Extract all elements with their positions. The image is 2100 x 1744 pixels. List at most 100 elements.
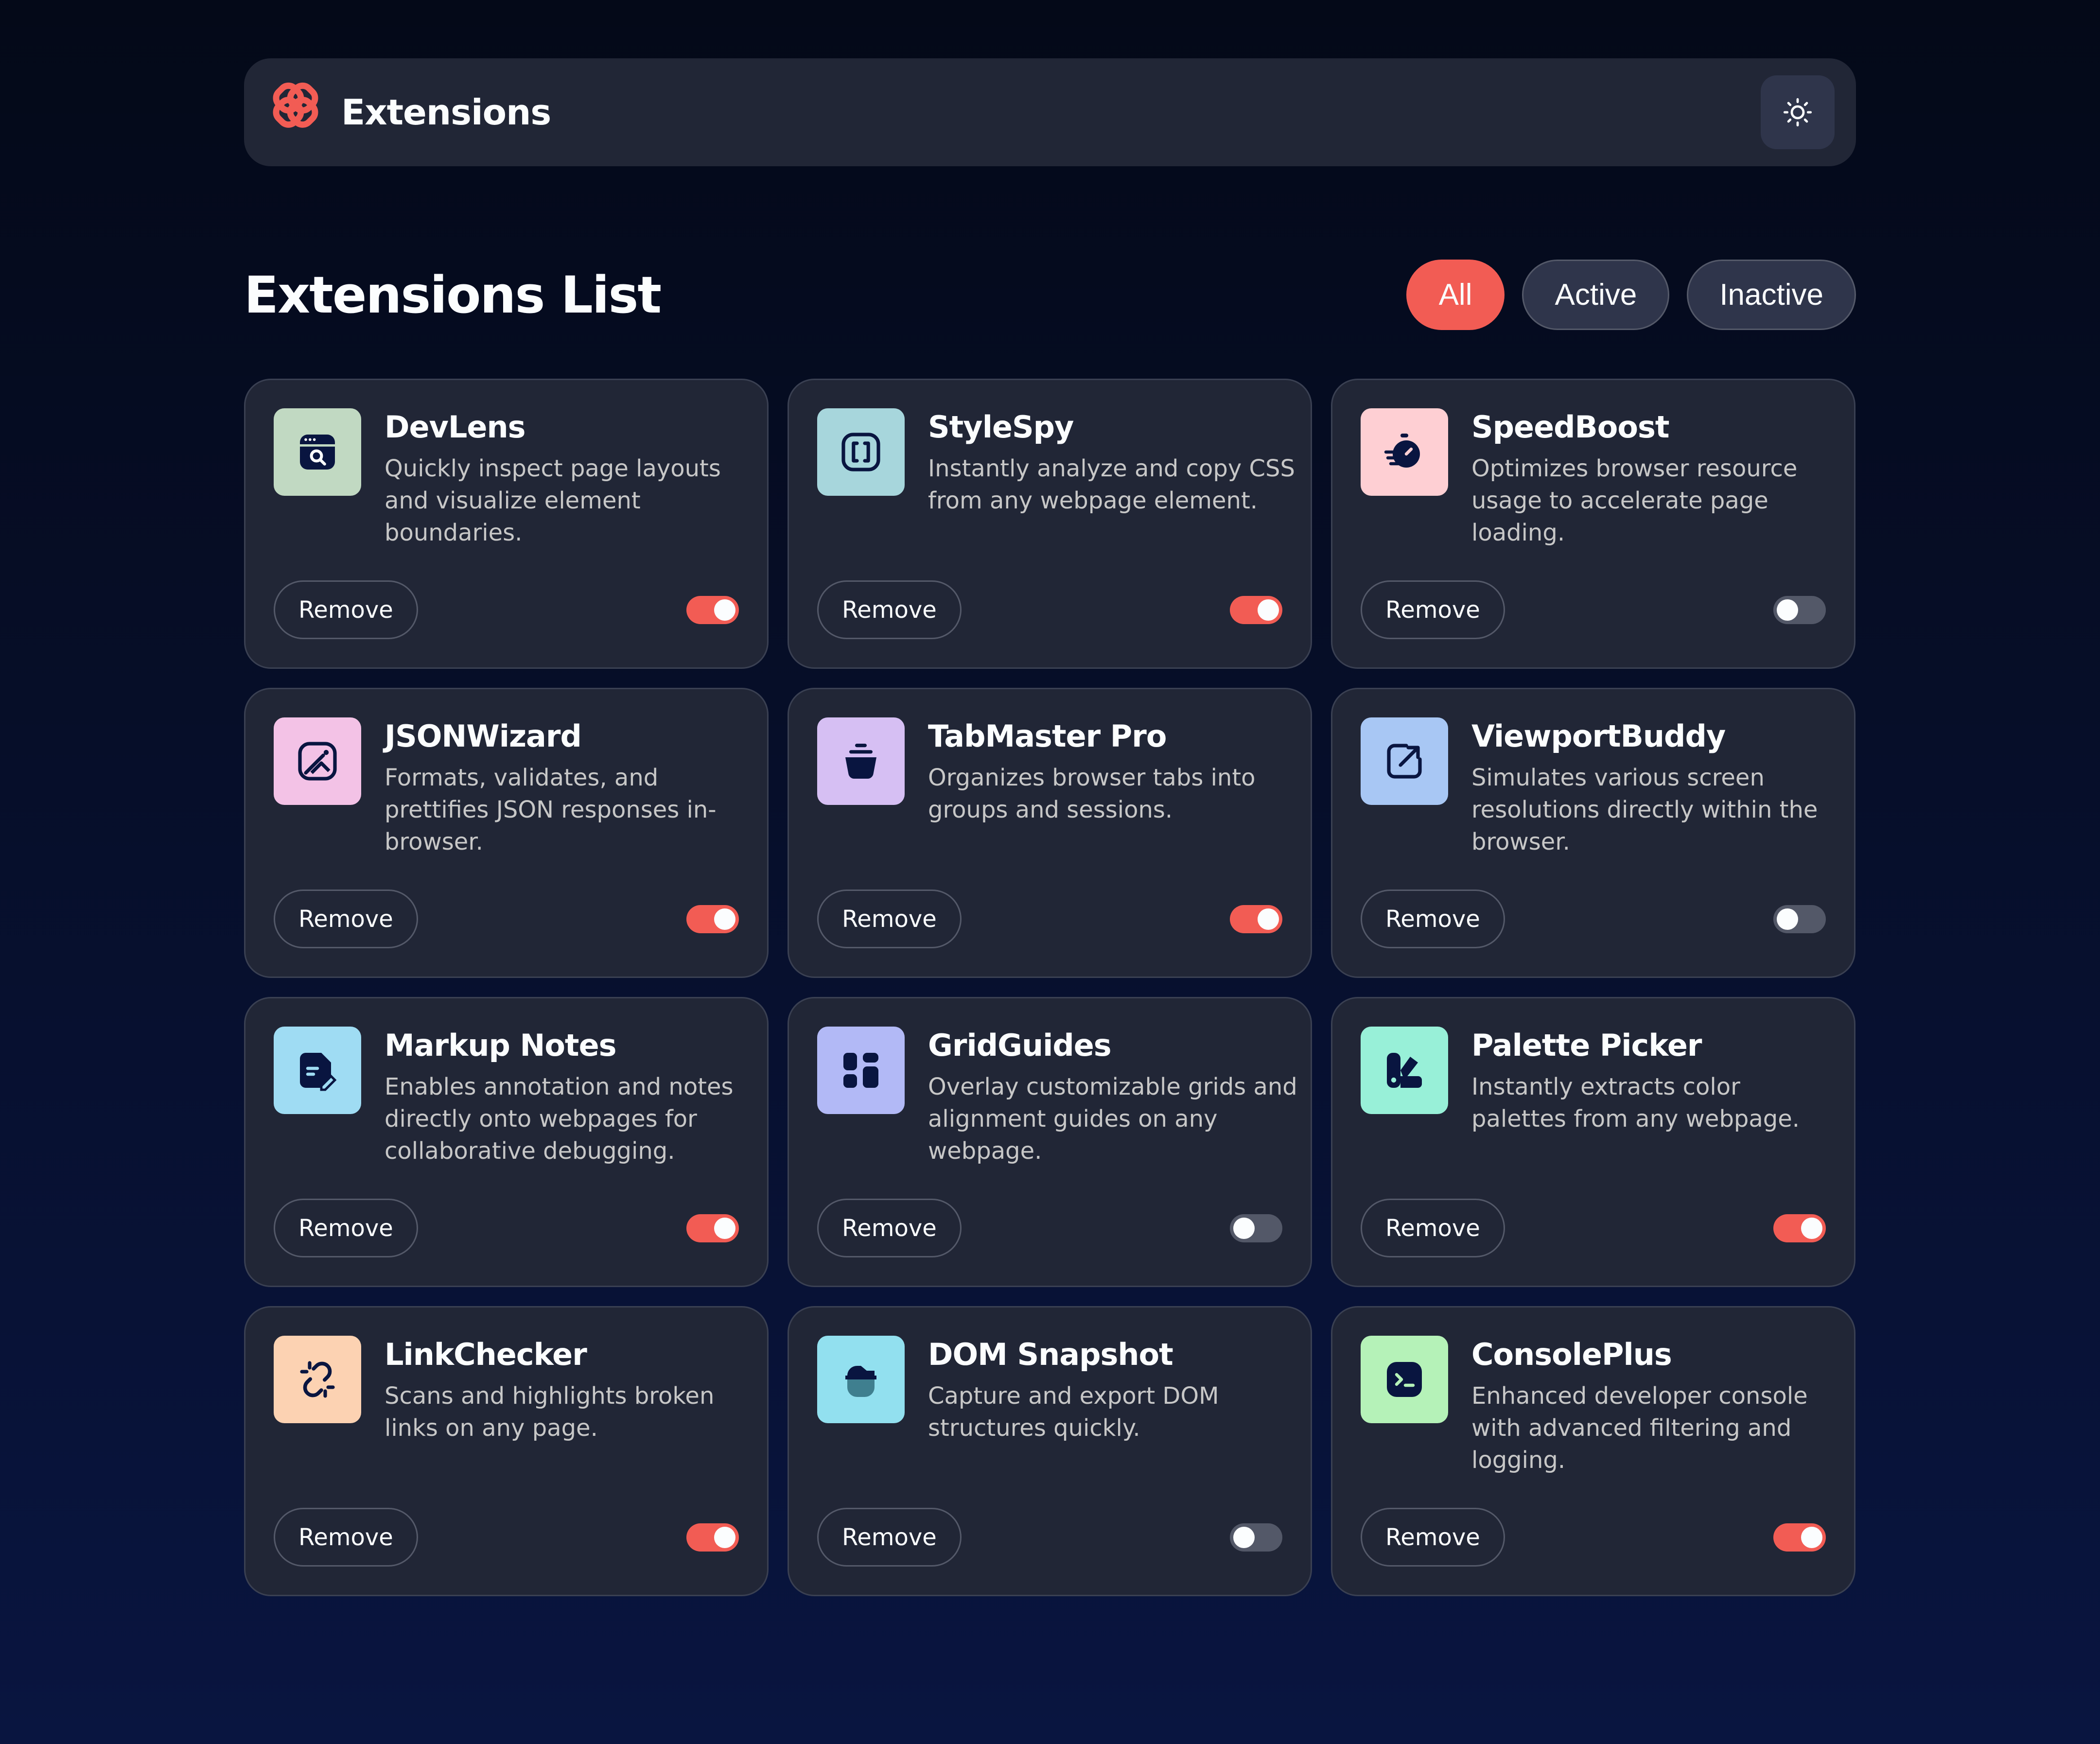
extension-icon-tile — [274, 408, 361, 496]
toggle-knob — [1801, 1217, 1822, 1239]
remove-button[interactable]: Remove — [274, 1508, 418, 1567]
extension-name: DevLens — [385, 409, 526, 445]
card-actions: Remove — [817, 889, 1282, 948]
card-actions: Remove — [274, 580, 739, 639]
remove-button[interactable]: Remove — [817, 1199, 962, 1257]
remove-button[interactable]: Remove — [1361, 1508, 1505, 1567]
extension-name: ViewportBuddy — [1471, 718, 1726, 754]
extension-description: Capture and export DOM structures quickl… — [928, 1382, 1219, 1442]
remove-button[interactable]: Remove — [1361, 580, 1505, 639]
filter-all[interactable]: All — [1406, 260, 1505, 330]
extension-text: SpeedBoost Optimizes browser resource usa… — [1471, 408, 1841, 549]
extension-name: LinkChecker — [385, 1337, 587, 1372]
toggle-knob — [1233, 1526, 1255, 1548]
brand: Extensions — [265, 82, 551, 142]
toggle-knob — [714, 1526, 735, 1548]
extension-icon-tile — [274, 717, 361, 805]
extension-description: Simulates various screen resolutions dir… — [1471, 764, 1818, 855]
extension-icon-tile — [1361, 717, 1448, 805]
filter-active[interactable]: Active — [1522, 260, 1670, 330]
card-header: SpeedBoost Optimizes browser resource usa… — [1361, 408, 1826, 549]
snapshot-icon — [845, 1366, 876, 1397]
filter-group: All Active Inactive — [1406, 260, 1856, 330]
remove-button[interactable]: Remove — [1361, 889, 1505, 948]
active-toggle[interactable] — [1230, 905, 1282, 933]
active-toggle[interactable] — [1230, 1214, 1282, 1242]
filter-inactive[interactable]: Inactive — [1687, 260, 1856, 330]
extension-description: Formats, validates, and prettifies JSON … — [385, 764, 717, 855]
toggle-knob — [1777, 599, 1798, 621]
extension-card: ConsolePlus Enhanced developer console wi… — [1331, 1306, 1855, 1596]
card-header: ConsolePlus Enhanced developer console wi… — [1361, 1336, 1826, 1476]
remove-button[interactable]: Remove — [817, 580, 962, 639]
active-toggle[interactable] — [686, 595, 739, 624]
extension-description: Organizes browser tabs into groups and s… — [928, 764, 1256, 823]
extension-name: StyleSpy — [928, 409, 1074, 445]
toggle-knob — [1258, 908, 1279, 930]
extension-name: JSONWizard — [385, 718, 582, 754]
active-toggle[interactable] — [1773, 905, 1826, 933]
card-actions: Remove — [817, 1199, 1282, 1257]
card-header: StyleSpy Instantly analyze and copy CSS f… — [817, 408, 1295, 517]
toggle-knob — [1777, 908, 1798, 930]
card-actions: Remove — [1361, 1199, 1826, 1257]
active-toggle[interactable] — [1773, 1214, 1826, 1242]
extension-card: Markup Notes Enables annotation and notes… — [244, 997, 769, 1287]
extension-text: StyleSpy Instantly analyze and copy CSS f… — [928, 408, 1297, 517]
resize-arrow-icon — [1387, 744, 1422, 779]
card-header: DOM Snapshot Capture and export DOM struc… — [817, 1336, 1282, 1444]
extension-name: GridGuides — [928, 1028, 1112, 1063]
theme-toggle-button[interactable] — [1761, 75, 1835, 149]
browser-search-icon — [300, 435, 335, 470]
remove-button[interactable]: Remove — [274, 1199, 418, 1257]
broken-link-icon — [300, 1361, 335, 1398]
brand-name: Extensions — [341, 92, 551, 133]
card-header: DevLens Quickly inspect page layouts and … — [274, 408, 739, 549]
extension-icon-tile — [1361, 408, 1448, 496]
extension-name: DOM Snapshot — [928, 1337, 1173, 1372]
active-toggle[interactable] — [1773, 1523, 1826, 1552]
extension-description: Optimizes browser resource usage to acce… — [1471, 455, 1798, 546]
remove-button[interactable]: Remove — [274, 580, 418, 639]
remove-button[interactable]: Remove — [1361, 1199, 1505, 1257]
extension-card: SpeedBoost Optimizes browser resource usa… — [1331, 379, 1855, 669]
extension-card: DevLens Quickly inspect page layouts and … — [244, 379, 769, 669]
extension-card: StyleSpy Instantly analyze and copy CSS f… — [788, 379, 1312, 669]
card-actions: Remove — [274, 889, 739, 948]
extension-text: DevLens Quickly inspect page layouts and … — [385, 408, 754, 549]
active-toggle[interactable] — [1230, 1523, 1282, 1552]
active-toggle[interactable] — [686, 905, 739, 933]
card-actions: Remove — [1361, 889, 1826, 948]
active-toggle[interactable] — [1230, 595, 1282, 624]
card-actions: Remove — [274, 1508, 739, 1567]
code-brackets-icon — [841, 433, 880, 471]
toggle-knob — [714, 1217, 735, 1239]
active-toggle[interactable] — [686, 1523, 739, 1552]
flower-knot-logo — [273, 82, 318, 128]
card-actions: Remove — [817, 580, 1282, 639]
extension-text: Markup Notes Enables annotation and notes… — [385, 1027, 754, 1167]
card-header: JSONWizard Formats, validates, and pretti… — [274, 717, 739, 858]
card-header: LinkChecker Scans and highlights broken l… — [274, 1336, 739, 1444]
toggle-knob — [1233, 1217, 1255, 1239]
remove-button[interactable]: Remove — [817, 889, 962, 948]
active-toggle[interactable] — [1773, 595, 1826, 624]
card-actions: Remove — [817, 1508, 1282, 1567]
extension-name: SpeedBoost — [1471, 409, 1670, 445]
extension-description: Instantly analyze and copy CSS from any … — [928, 455, 1295, 514]
extension-icon-tile — [817, 408, 905, 496]
extension-card: Palette Picker Instantly extracts color p… — [1331, 997, 1855, 1287]
extension-text: Palette Picker Instantly extracts color p… — [1471, 1027, 1841, 1135]
card-header: GridGuides Overlay customizable grids and… — [817, 1027, 1297, 1167]
extension-icon-tile — [817, 1336, 905, 1423]
extension-text: DOM Snapshot Capture and export DOM struc… — [928, 1336, 1297, 1444]
active-toggle[interactable] — [686, 1214, 739, 1242]
card-header: TabMaster Pro Organizes browser tabs into… — [817, 717, 1282, 826]
extension-card: ViewportBuddy Simulates various screen re… — [1331, 688, 1855, 978]
extension-icon-tile — [817, 717, 905, 805]
extension-icon-tile — [817, 1027, 905, 1114]
remove-button[interactable]: Remove — [817, 1508, 962, 1567]
top-bar: Extensions — [244, 58, 1856, 166]
remove-button[interactable]: Remove — [274, 889, 418, 948]
extension-name: ConsolePlus — [1471, 1337, 1672, 1372]
